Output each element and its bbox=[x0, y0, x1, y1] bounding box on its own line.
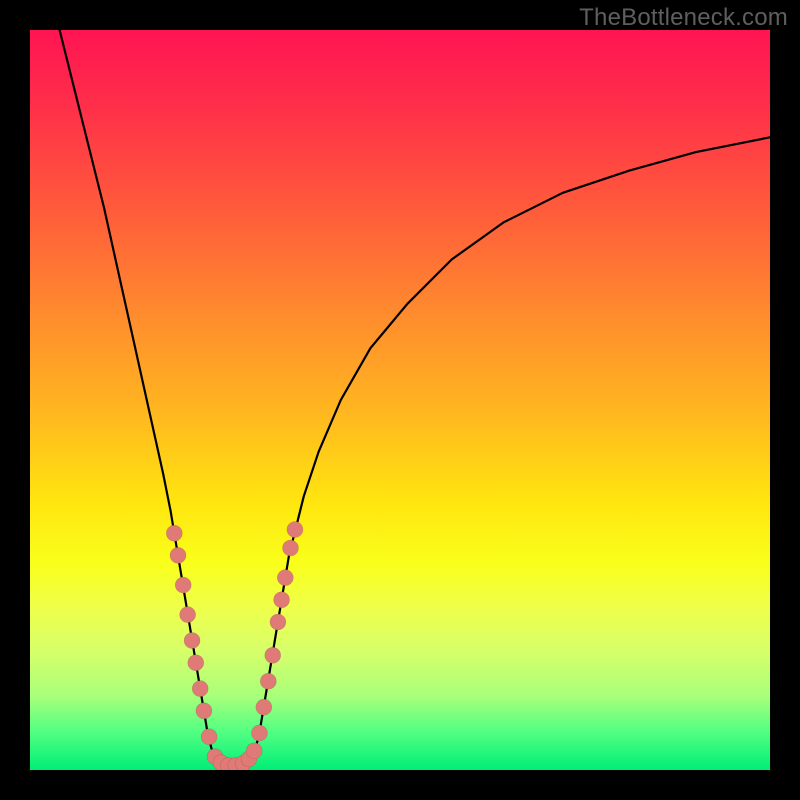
marker-dot bbox=[192, 681, 208, 697]
marker-dot bbox=[282, 540, 298, 556]
chart-overlay-svg bbox=[30, 30, 770, 770]
marker-dot bbox=[251, 725, 267, 741]
chart-stage: TheBottleneck.com bbox=[0, 0, 800, 800]
marker-dot bbox=[184, 633, 200, 649]
bottleneck-curve bbox=[60, 30, 770, 767]
marker-dot bbox=[175, 577, 191, 593]
watermark-text: TheBottleneck.com bbox=[579, 4, 788, 32]
marker-dot bbox=[274, 592, 290, 608]
marker-dot bbox=[265, 647, 281, 663]
marker-dot bbox=[170, 547, 186, 563]
marker-dot bbox=[246, 743, 262, 759]
marker-dot bbox=[196, 703, 212, 719]
marker-dot bbox=[188, 655, 204, 671]
marker-dot bbox=[180, 607, 196, 623]
marker-dot bbox=[270, 614, 286, 630]
marker-dot bbox=[277, 570, 293, 586]
marker-dots-group bbox=[166, 522, 303, 771]
marker-dot bbox=[201, 729, 217, 745]
marker-dot bbox=[260, 673, 276, 689]
marker-dot bbox=[166, 525, 182, 541]
plot-area bbox=[30, 30, 770, 770]
marker-dot bbox=[287, 522, 303, 538]
marker-dot bbox=[256, 699, 272, 715]
